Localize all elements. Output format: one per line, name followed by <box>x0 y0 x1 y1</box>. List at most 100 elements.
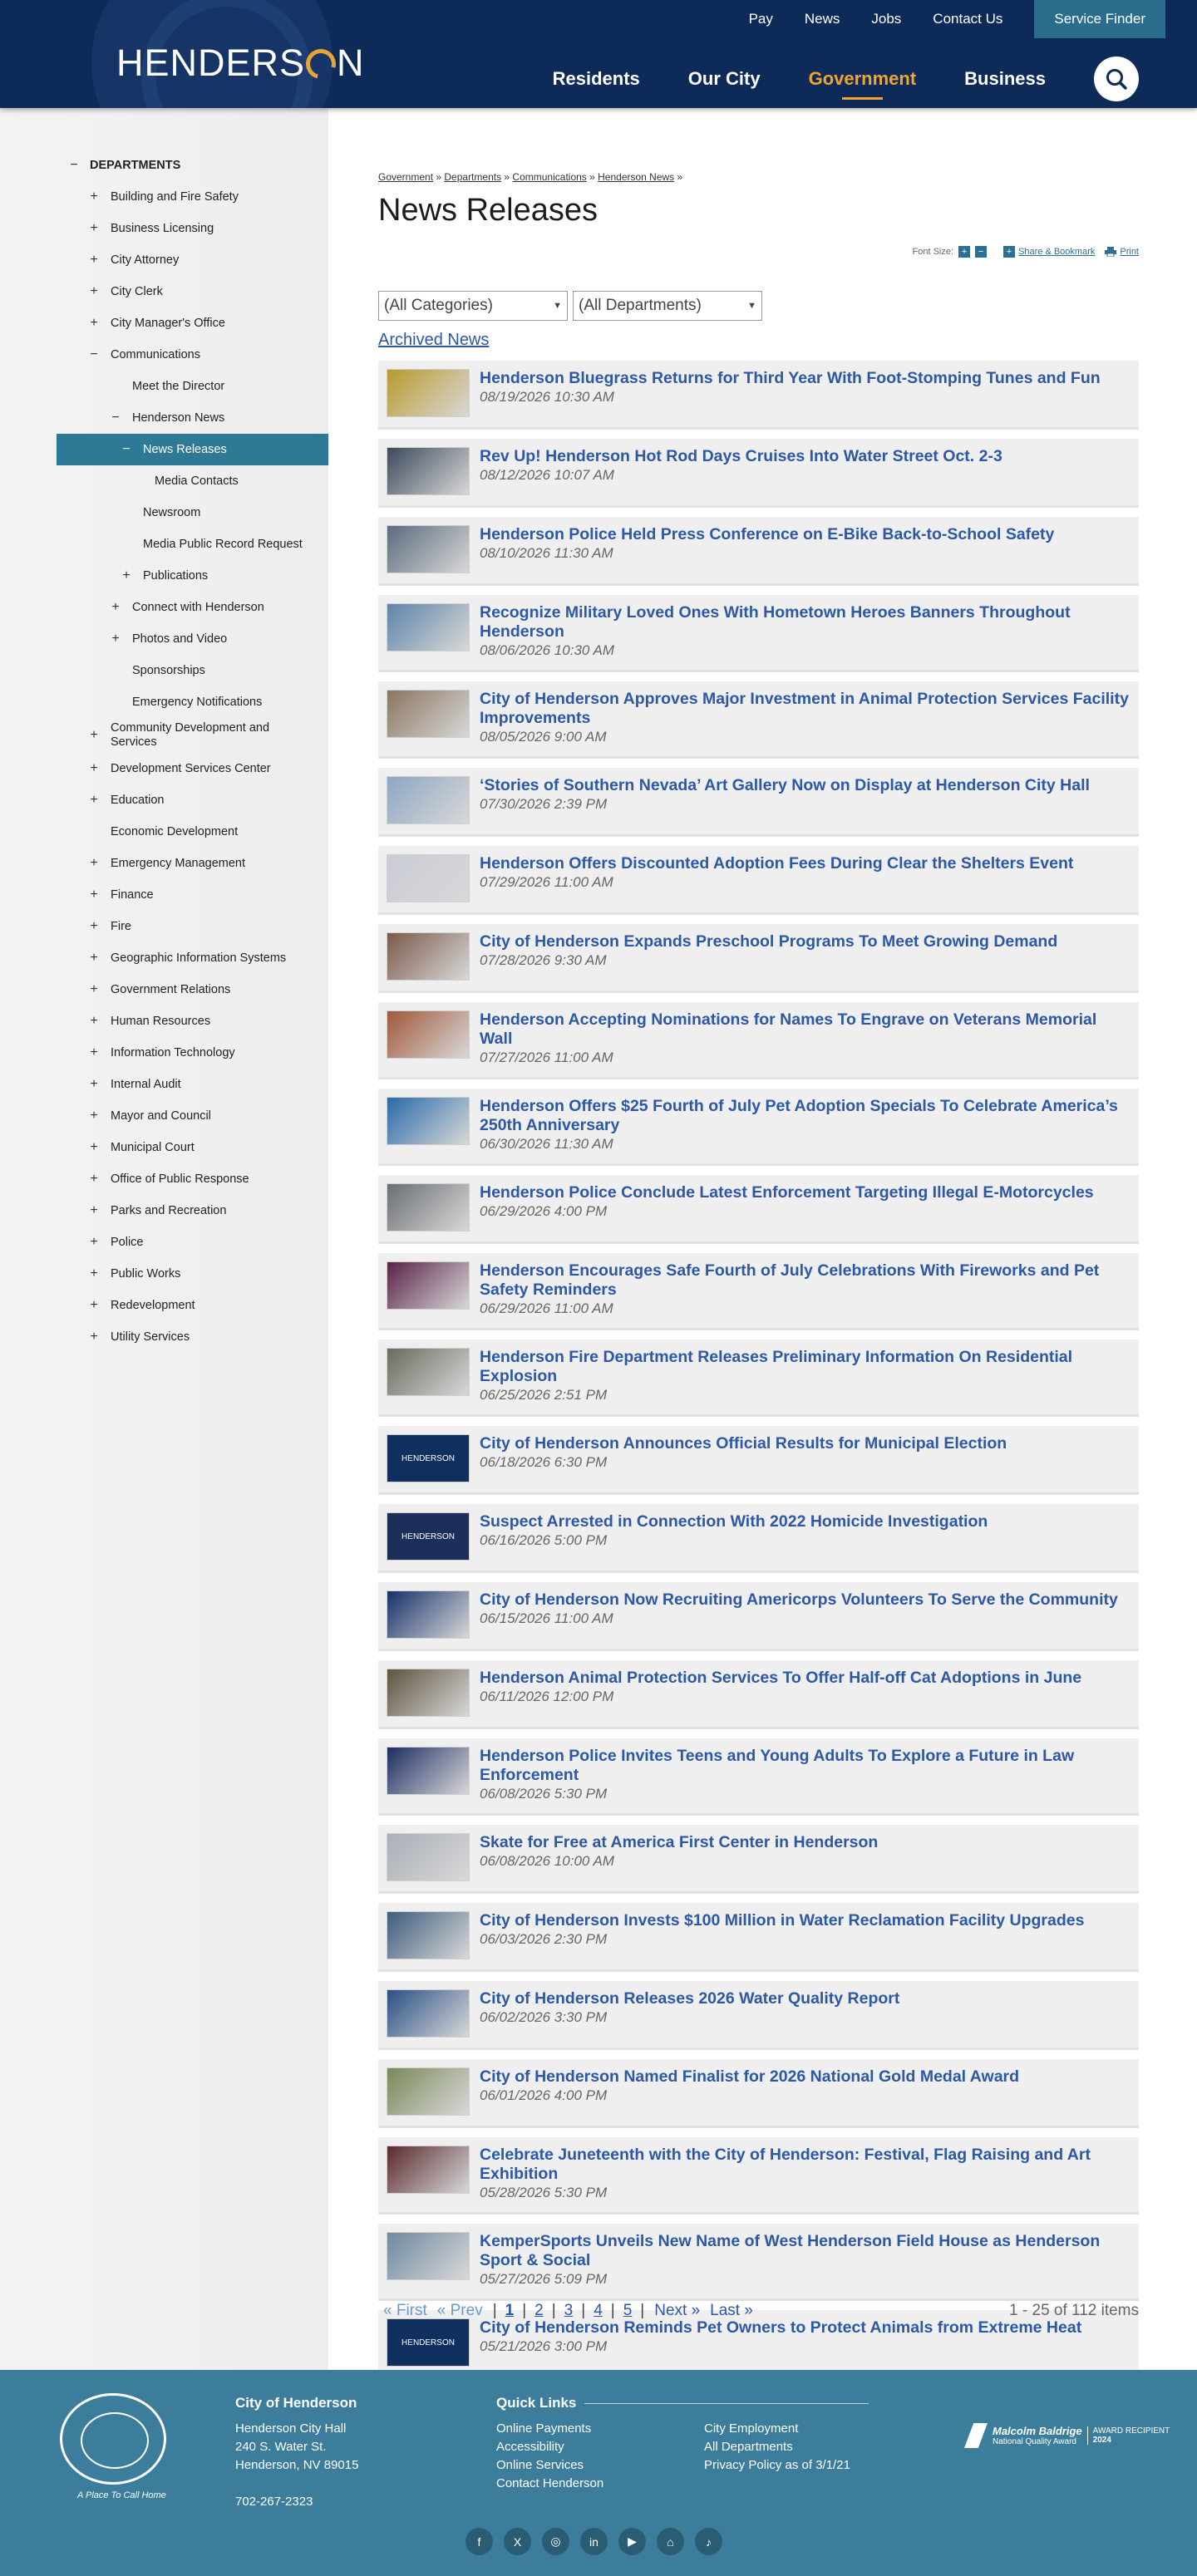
news-thumbnail[interactable] <box>387 1747 470 1795</box>
news-title-link[interactable]: Henderson Accepting Nominations for Name… <box>480 1010 1130 1049</box>
sidebar-item[interactable]: + Publications <box>0 560 328 592</box>
sidebar-item[interactable]: + Internal Audit <box>0 1069 328 1100</box>
quick-link[interactable]: Contact Henderson <box>496 2475 704 2493</box>
news-thumbnail[interactable] <box>387 1097 470 1145</box>
expand-icon[interactable]: + <box>88 1203 100 1218</box>
instagram-icon[interactable]: ◎ <box>542 2528 569 2555</box>
youtube-icon[interactable]: ▶ <box>618 2528 646 2555</box>
news-title-link[interactable]: Henderson Encourages Safe Fourth of July… <box>480 1261 1130 1300</box>
collapse-icon[interactable]: − <box>110 410 121 425</box>
expand-icon[interactable]: + <box>88 316 100 331</box>
sidebar-item[interactable]: + Parks and Recreation <box>0 1195 328 1227</box>
expand-icon[interactable]: + <box>88 1045 100 1060</box>
news-thumbnail[interactable] <box>387 854 470 902</box>
tiktok-icon[interactable]: ♪ <box>695 2528 722 2555</box>
expand-icon[interactable]: + <box>88 253 100 268</box>
sidebar-item[interactable]: + Business Licensing <box>0 213 328 244</box>
news-thumbnail[interactable]: HENDERSON <box>387 2318 470 2367</box>
news-thumbnail[interactable] <box>387 2146 470 2194</box>
news-thumbnail[interactable] <box>387 1911 470 1959</box>
expand-icon[interactable]: + <box>88 1109 100 1123</box>
sidebar-item[interactable]: + Emergency Management <box>0 848 328 879</box>
nav-government[interactable]: Government <box>809 68 916 100</box>
nav-our-city[interactable]: Our City <box>688 68 761 90</box>
sidebar-item[interactable]: + Information Technology <box>0 1037 328 1069</box>
quick-link[interactable]: Online Services <box>496 2456 704 2475</box>
news-title-link[interactable]: Henderson Bluegrass Returns for Third Ye… <box>480 369 1101 388</box>
util-link-pay[interactable]: Pay <box>749 11 773 27</box>
news-title-link[interactable]: City of Henderson Expands Preschool Prog… <box>480 932 1057 951</box>
font-increase-button[interactable]: + <box>958 246 971 258</box>
sidebar-item[interactable]: + Photos and Video <box>0 623 328 655</box>
expand-icon[interactable]: + <box>88 793 100 808</box>
sidebar-item[interactable]: + Fire <box>0 911 328 942</box>
pager-prev[interactable]: « Prev <box>437 2302 483 2320</box>
sidebar-item[interactable]: + Municipal Court <box>0 1132 328 1163</box>
expand-icon[interactable]: + <box>88 728 100 743</box>
news-title-link[interactable]: City of Henderson Invests $100 Million i… <box>480 1911 1084 1930</box>
expand-icon[interactable]: + <box>88 1014 100 1029</box>
news-title-link[interactable]: City of Henderson Now Recruiting Americo… <box>480 1590 1118 1610</box>
sidebar-item[interactable]: + Public Works <box>0 1258 328 1290</box>
pager-next[interactable]: Next » <box>654 2302 700 2320</box>
sidebar-item[interactable]: + City Attorney <box>0 244 328 276</box>
sidebar-item[interactable]: + Community Development and Services <box>0 718 328 753</box>
department-select[interactable]: (All Departments) ▼ <box>573 291 762 321</box>
sidebar-item[interactable]: Meet the Director <box>0 371 328 402</box>
expand-icon[interactable]: + <box>88 982 100 997</box>
util-link-contact[interactable]: Contact Us <box>933 11 1002 27</box>
expand-icon[interactable]: + <box>88 856 100 871</box>
expand-icon[interactable]: + <box>110 600 121 615</box>
expand-icon[interactable]: + <box>88 951 100 966</box>
expand-icon[interactable]: + <box>88 1172 100 1187</box>
sidebar-item[interactable]: + Mayor and Council <box>0 1100 328 1132</box>
collapse-icon[interactable]: − <box>68 158 80 173</box>
news-title-link[interactable]: Celebrate Juneteenth with the City of He… <box>480 2146 1130 2184</box>
util-link-news[interactable]: News <box>805 11 840 27</box>
breadcrumb-henderson-news[interactable]: Henderson News <box>598 171 674 183</box>
sidebar-item[interactable]: Sponsorships <box>0 655 328 686</box>
sidebar-item[interactable]: − Henderson News <box>0 402 328 434</box>
pager-page-1[interactable]: 1 <box>505 2302 515 2320</box>
quick-link[interactable]: All Departments <box>704 2438 870 2456</box>
quick-link[interactable]: Accessibility <box>496 2438 704 2456</box>
news-thumbnail[interactable] <box>387 1669 470 1717</box>
util-link-jobs[interactable]: Jobs <box>871 11 901 27</box>
x-icon[interactable]: X <box>504 2528 531 2555</box>
expand-icon[interactable]: + <box>88 1140 100 1155</box>
sidebar-item[interactable]: + Geographic Information Systems <box>0 942 328 974</box>
sidebar-item[interactable]: + City Clerk <box>0 276 328 307</box>
news-thumbnail[interactable] <box>387 1010 470 1059</box>
expand-icon[interactable]: + <box>110 632 121 646</box>
news-title-link[interactable]: Rev Up! Henderson Hot Rod Days Cruises I… <box>480 447 1002 466</box>
sidebar-item[interactable]: Media Public Record Request <box>0 528 328 560</box>
sidebar-item[interactable]: + Development Services Center <box>0 753 328 784</box>
expand-icon[interactable]: + <box>88 1266 100 1281</box>
news-thumbnail[interactable] <box>387 1833 470 1881</box>
news-title-link[interactable]: Henderson Animal Protection Services To … <box>480 1669 1081 1688</box>
news-title-link[interactable]: Henderson Police Conclude Latest Enforce… <box>480 1183 1094 1202</box>
news-thumbnail[interactable] <box>387 447 470 495</box>
sidebar-item[interactable]: + Education <box>0 784 328 816</box>
news-thumbnail[interactable] <box>387 603 470 651</box>
sidebar-item[interactable]: + Government Relations <box>0 974 328 1005</box>
sidebar-item[interactable]: Media Contacts <box>0 465 328 497</box>
quick-link[interactable]: Privacy Policy as of 3/1/21 <box>704 2456 870 2475</box>
collapse-icon[interactable]: − <box>88 347 100 362</box>
news-thumbnail[interactable] <box>387 690 470 738</box>
linkedin-icon[interactable]: in <box>580 2528 608 2555</box>
news-title-link[interactable]: Henderson Fire Department Releases Preli… <box>480 1348 1130 1386</box>
pager-page-4[interactable]: 4 <box>594 2302 603 2320</box>
sidebar-item[interactable]: Newsroom <box>0 497 328 528</box>
news-title-link[interactable]: Henderson Police Invites Teens and Young… <box>480 1747 1130 1785</box>
henderson-logo[interactable]: HENDERS N <box>116 42 365 85</box>
footer-phone[interactable]: 702-267-2323 <box>235 2493 358 2511</box>
sidebar-item[interactable]: + Office of Public Response <box>0 1163 328 1195</box>
collapse-icon[interactable]: − <box>121 442 132 457</box>
quick-link[interactable]: Online Payments <box>496 2420 704 2438</box>
expand-icon[interactable]: + <box>121 568 132 583</box>
news-thumbnail[interactable] <box>387 1183 470 1231</box>
news-thumbnail[interactable] <box>387 1989 470 2038</box>
expand-icon[interactable]: + <box>88 761 100 776</box>
quick-link[interactable]: City Employment <box>704 2420 870 2438</box>
